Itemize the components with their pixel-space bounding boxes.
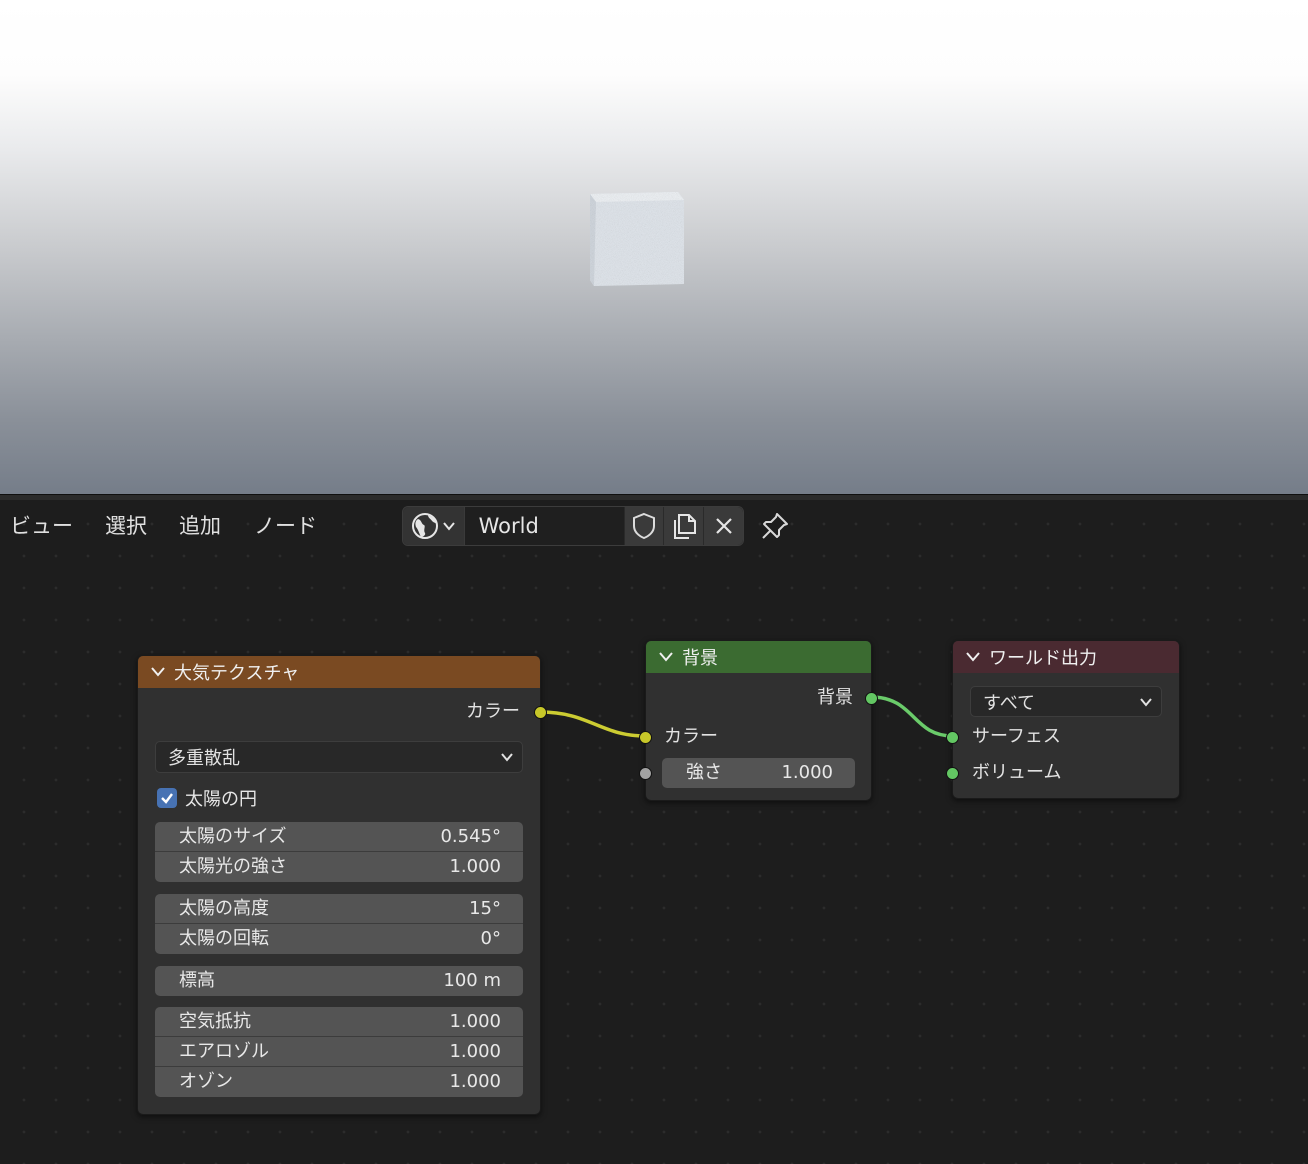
field-label: オゾン: [179, 1071, 233, 1092]
volume-label: ボリューム: [972, 762, 1062, 783]
field-label: 強さ: [686, 762, 722, 783]
field-label: 太陽光の強さ: [179, 856, 287, 877]
density-group: 空気抵抗 1.000 エアロゾル 1.000 オゾン 1.000: [155, 1007, 523, 1097]
sun-elevation-rotation-group: 太陽の高度 15° 太陽の回転 0°: [155, 894, 523, 954]
field-value: 0.545°: [440, 826, 501, 847]
sun-rotation-field[interactable]: 太陽の回転 0°: [155, 924, 523, 954]
world-datablock-selector: World: [402, 506, 744, 546]
ozone-density-field[interactable]: オゾン 1.000: [155, 1067, 523, 1097]
field-label: 太陽の高度: [179, 898, 269, 919]
volume-input-socket[interactable]: [946, 767, 959, 780]
node-title: 背景: [682, 648, 718, 669]
field-value: 1.000: [449, 1041, 501, 1062]
sun-disc-checkbox-row[interactable]: 太陽の円: [157, 785, 257, 811]
editor-header: ビュー 選択 追加 ノード World: [0, 500, 1308, 552]
altitude-field[interactable]: 標高 100 m: [155, 966, 523, 996]
sun-disc-checkbox[interactable]: [157, 788, 177, 808]
field-value: 1.000: [449, 1071, 501, 1092]
menu-node[interactable]: ノード: [254, 512, 317, 540]
shield-icon: [633, 512, 656, 540]
checkmark-icon: [161, 793, 173, 804]
strength-field[interactable]: 強さ 1.000: [662, 758, 855, 788]
altitude-group: 標高 100 m: [155, 966, 523, 996]
surface-label: サーフェス: [972, 726, 1061, 747]
sky-output-color-label: カラー: [466, 701, 520, 722]
aerosol-density-field[interactable]: エアロゾル 1.000: [155, 1037, 523, 1067]
duplicate-icon: [673, 514, 696, 539]
background-color-label: カラー: [664, 726, 718, 747]
sky-output-color-socket[interactable]: [534, 706, 547, 719]
field-label: 太陽の回転: [179, 928, 269, 949]
chevron-down-icon: [1140, 697, 1152, 707]
field-label: エアロゾル: [179, 1041, 269, 1062]
node-title: ワールド出力: [989, 648, 1097, 669]
shader-node-editor[interactable]: ビュー 選択 追加 ノード World 大気テクスチャ カラー 多重散乱 太陽の…: [0, 500, 1308, 1164]
strength-group: 強さ 1.000: [662, 758, 855, 788]
menu-view[interactable]: ビュー: [10, 512, 73, 540]
sun-elevation-field[interactable]: 太陽の高度 15°: [155, 894, 523, 924]
background-color-socket[interactable]: [639, 731, 652, 744]
field-value: 0°: [480, 928, 501, 949]
duplicate-button[interactable]: [663, 507, 704, 545]
world-output-node-header[interactable]: ワールド出力: [953, 641, 1179, 673]
chevron-down-icon: [501, 753, 513, 762]
world-output-node[interactable]: ワールド出力 すべて サーフェス ボリューム: [946, 640, 1180, 799]
field-label: 空気抵抗: [179, 1011, 251, 1032]
surface-input-socket[interactable]: [946, 731, 959, 744]
background-node[interactable]: 背景 背景 カラー 強さ 1.000: [639, 640, 878, 801]
node-title: 大気テクスチャ: [174, 663, 300, 684]
link-sky-to-background: [539, 710, 647, 738]
output-target-dropdown[interactable]: すべて: [970, 686, 1162, 717]
world-globe-icon: [412, 513, 439, 539]
3d-viewport[interactable]: [0, 0, 1308, 494]
collapse-chevron-icon[interactable]: [658, 651, 674, 663]
air-density-field[interactable]: 空気抵抗 1.000: [155, 1007, 523, 1037]
sky-texture-node-header[interactable]: 大気テクスチャ: [138, 656, 540, 688]
pin-icon: [762, 513, 788, 539]
close-icon: [715, 518, 732, 534]
sun-size-field[interactable]: 太陽のサイズ 0.545°: [155, 822, 523, 852]
world-browse-button[interactable]: [403, 507, 465, 545]
field-value: 100 m: [443, 970, 501, 991]
menu-add[interactable]: 追加: [179, 512, 221, 540]
fake-user-button[interactable]: [623, 507, 664, 545]
background-strength-socket[interactable]: [639, 767, 652, 780]
sun-intensity-field[interactable]: 太陽光の強さ 1.000: [155, 852, 523, 882]
collapse-chevron-icon[interactable]: [965, 651, 981, 663]
field-label: 太陽のサイズ: [179, 826, 287, 847]
field-label: 標高: [179, 970, 215, 991]
link-background-to-output: [870, 695, 954, 738]
background-output-socket[interactable]: [865, 692, 878, 705]
output-target-value: すべて: [983, 692, 1036, 714]
background-output-label: 背景: [817, 687, 853, 708]
collapse-chevron-icon[interactable]: [150, 666, 166, 678]
background-node-header[interactable]: 背景: [646, 641, 871, 673]
field-value: 1.000: [449, 1011, 501, 1032]
sky-type-dropdown[interactable]: 多重散乱: [155, 741, 523, 773]
sun-size-intensity-group: 太陽のサイズ 0.545° 太陽光の強さ 1.000: [155, 822, 523, 882]
field-value: 15°: [469, 898, 501, 919]
sun-disc-label: 太陽の円: [185, 789, 257, 810]
sky-type-value: 多重散乱: [168, 748, 240, 769]
unlink-button[interactable]: [703, 507, 744, 545]
world-name-field[interactable]: World: [464, 507, 624, 545]
cube-object[interactable]: [588, 190, 686, 286]
chevron-down-icon: [443, 522, 456, 531]
field-value: 1.000: [449, 856, 501, 877]
field-value: 1.000: [781, 762, 833, 783]
menu-select[interactable]: 選択: [105, 512, 147, 540]
pin-button[interactable]: [756, 508, 794, 544]
sky-texture-node[interactable]: 大気テクスチャ カラー 多重散乱 太陽の円 太陽のサイズ 0.545° 太陽光の…: [137, 655, 547, 1115]
